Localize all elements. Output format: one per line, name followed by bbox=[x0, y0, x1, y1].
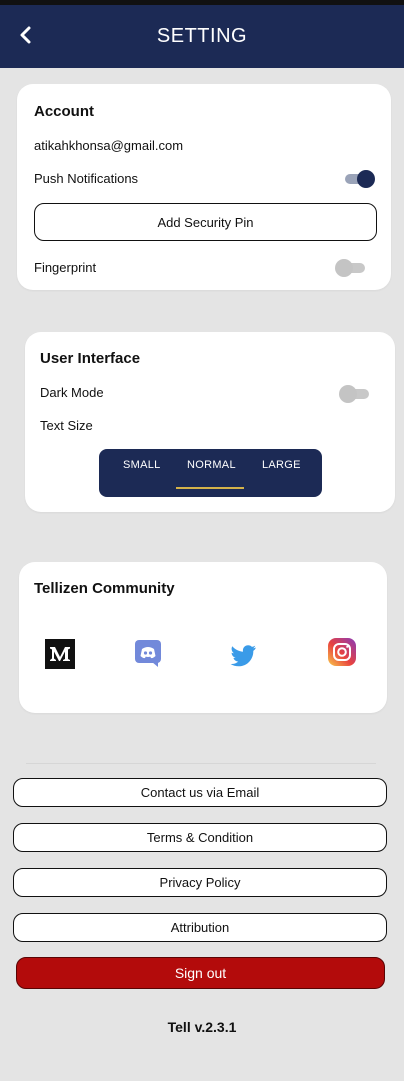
twitter-icon[interactable] bbox=[229, 640, 259, 670]
fingerprint-label: Fingerprint bbox=[34, 260, 97, 275]
discord-icon[interactable] bbox=[134, 639, 164, 669]
text-size-normal[interactable]: NORMAL bbox=[187, 459, 236, 471]
medium-icon[interactable] bbox=[45, 639, 75, 669]
dark-mode-toggle[interactable] bbox=[339, 385, 371, 403]
section-divider bbox=[26, 763, 376, 764]
contact-email-button[interactable]: Contact us via Email bbox=[13, 778, 387, 807]
selected-size-indicator bbox=[176, 487, 244, 489]
terms-button[interactable]: Terms & Condition bbox=[13, 823, 387, 852]
attribution-button[interactable]: Attribution bbox=[13, 913, 387, 942]
sign-out-button[interactable]: Sign out bbox=[16, 957, 385, 989]
account-email: atikahkhonsa@gmail.com bbox=[34, 138, 184, 153]
app-version: Tell v.2.3.1 bbox=[167, 1019, 237, 1035]
page-title: SETTING bbox=[156, 25, 248, 47]
privacy-policy-button[interactable]: Privacy Policy bbox=[13, 868, 387, 897]
fingerprint-toggle[interactable] bbox=[335, 259, 367, 277]
text-size-large[interactable]: LARGE bbox=[262, 459, 301, 471]
push-notifications-label: Push Notifications bbox=[34, 171, 139, 186]
instagram-icon[interactable] bbox=[327, 637, 357, 667]
dark-mode-label: Dark Mode bbox=[40, 385, 104, 400]
user-interface-title: User Interface bbox=[40, 350, 141, 367]
add-security-pin-button[interactable]: Add Security Pin bbox=[34, 203, 377, 241]
account-title: Account bbox=[34, 103, 94, 120]
text-size-small[interactable]: SMALL bbox=[123, 459, 161, 471]
text-size-label: Text Size bbox=[40, 418, 93, 433]
community-card: Tellizen Community bbox=[19, 562, 387, 713]
push-notifications-toggle[interactable] bbox=[343, 170, 375, 188]
app-header: SETTING bbox=[0, 5, 404, 68]
account-card: Account atikahkhonsa@gmail.com Push Noti… bbox=[17, 84, 391, 290]
community-title: Tellizen Community bbox=[34, 580, 175, 597]
text-size-selector: SMALL NORMAL LARGE bbox=[99, 449, 322, 497]
